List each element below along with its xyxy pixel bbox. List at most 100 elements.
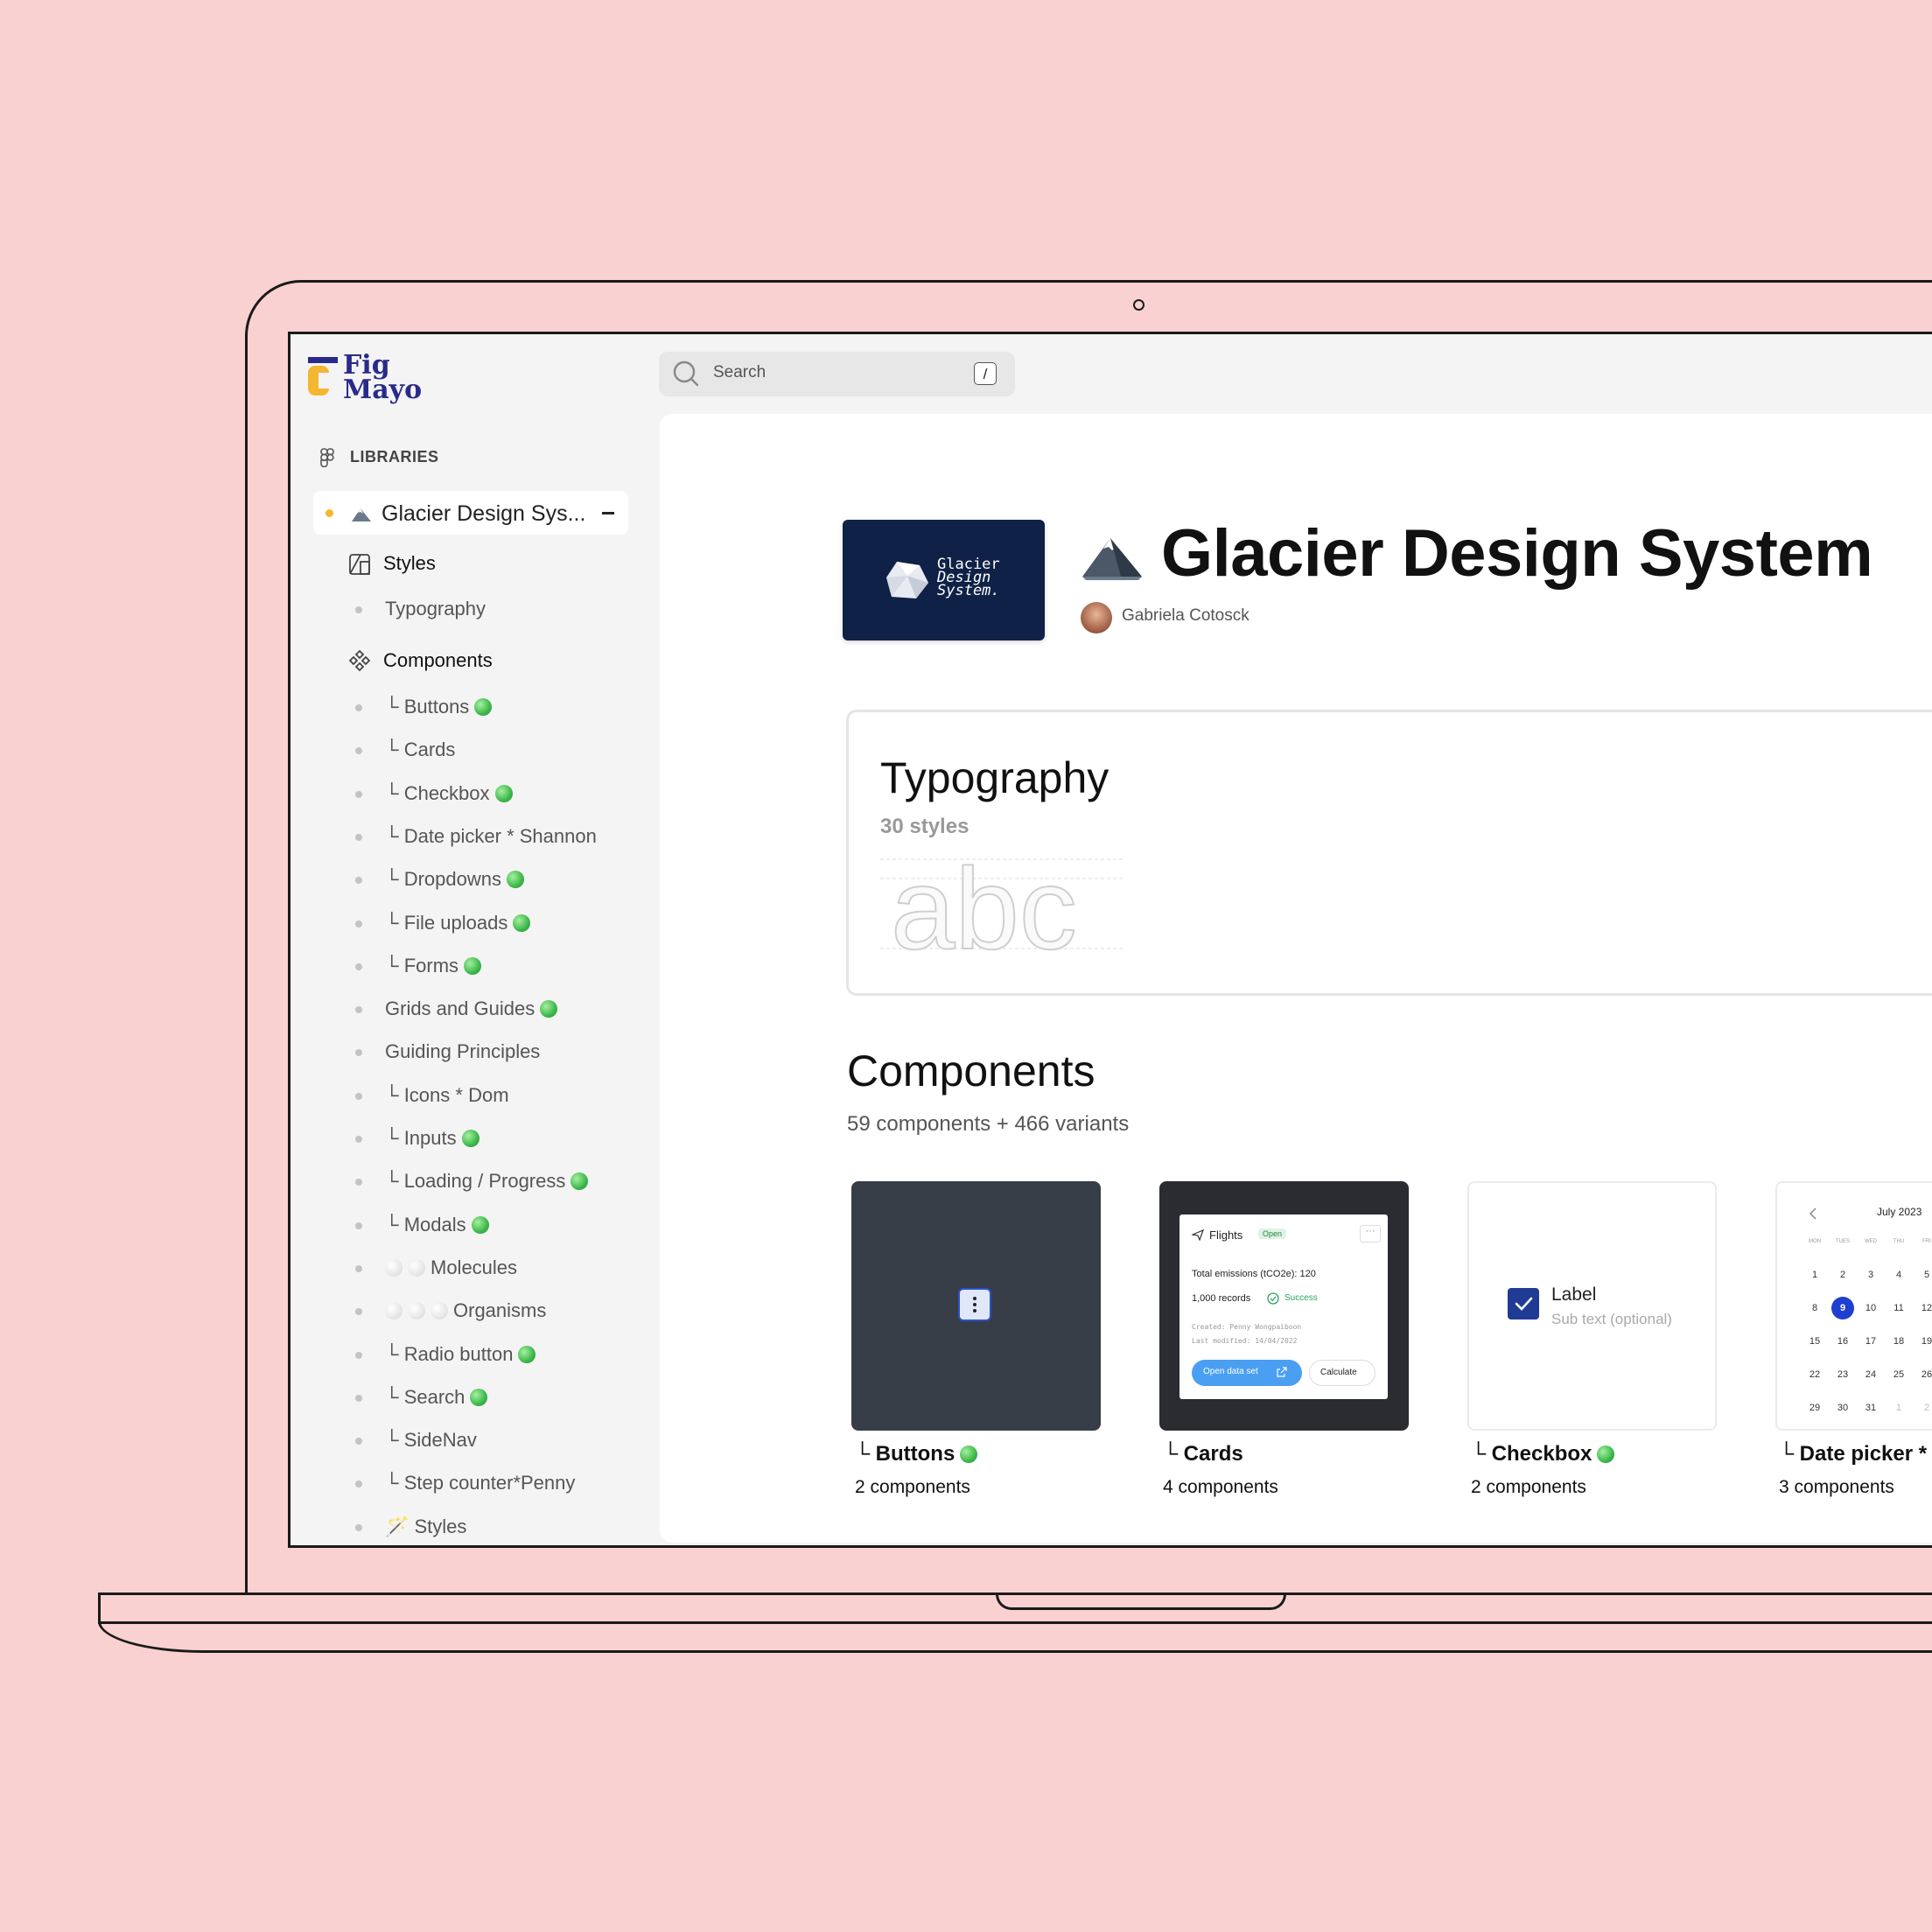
sidebar-item-grids-and-guides[interactable]: Grids and Guides <box>290 991 640 1026</box>
sidebar-item-label: └ Inputs <box>385 1127 480 1150</box>
typography-sample: abc <box>880 852 1125 957</box>
sidebar-item-label: └ Checkbox <box>385 782 513 805</box>
search-bar[interactable]: Search / <box>659 352 1015 396</box>
sidebar-item-label: └ Loading / Progress <box>385 1170 589 1193</box>
calendar-weekday: MON <box>1809 1239 1821 1244</box>
sidebar-item-cards[interactable]: └ Cards <box>290 732 640 767</box>
calculate-label: Calculate <box>1320 1368 1357 1377</box>
author-name[interactable]: Gabriela Cotosck <box>1122 606 1250 626</box>
sidebar-item-label: Molecules <box>385 1256 517 1279</box>
sidebar-item-loading-progress[interactable]: └ Loading / Progress <box>290 1164 640 1199</box>
calendar-day: 8 <box>1811 1303 1818 1313</box>
sidebar-item-molecules[interactable]: Molecules <box>290 1250 640 1285</box>
sidebar-item-label: └ Buttons <box>385 696 493 718</box>
library-cover[interactable]: Glacier Design System. <box>843 520 1045 640</box>
cover-text-line: System. <box>937 582 1000 599</box>
avatar[interactable] <box>1081 602 1112 634</box>
library-item-glacier[interactable]: Glacier Design Sys... <box>313 491 628 535</box>
chevron-left-icon <box>1809 1208 1816 1220</box>
sidebar-item-styles[interactable]: 🪄 Styles <box>290 1509 640 1544</box>
component-tile-date-picker[interactable]: July 2023 MON TUES WED THU FRI 1 2 3 4 5 8 9 10 11 12 1… <box>1775 1181 1932 1431</box>
component-tile-checkbox[interactable]: Label Sub text (optional) <box>1467 1181 1717 1431</box>
check-icon <box>1515 1297 1533 1311</box>
calendar-day: 12 <box>1921 1303 1932 1313</box>
calendar-day: 24 <box>1865 1369 1877 1380</box>
sidebar-item-radio-button[interactable]: └ Radio button <box>290 1337 640 1372</box>
sidebar-item-label: Organisms <box>385 1299 546 1322</box>
sidebar-item-text: └ Cards <box>385 738 456 761</box>
sidebar-item-guiding-principles[interactable]: Guiding Principles <box>290 1034 640 1069</box>
card-preview: Flights Open ··· Total emissions (tCO2e)… <box>1180 1214 1388 1399</box>
sidebar-item-text: └ Date picker * Shannon <box>385 824 597 847</box>
component-tile-cards[interactable]: Flights Open ··· Total emissions (tCO2e)… <box>1159 1181 1409 1431</box>
sidebar-item-organisms[interactable]: Organisms <box>290 1293 640 1328</box>
sidebar-item-text: └ Radio button <box>385 1342 514 1365</box>
calendar-day: 2 <box>1923 1403 1930 1413</box>
bullet <box>355 747 362 755</box>
components-icon <box>348 649 371 672</box>
sidebar-item-label: └ Radio button <box>385 1343 536 1366</box>
bullet <box>355 920 362 928</box>
external-link-icon <box>1277 1367 1287 1377</box>
sidebar-item-inputs[interactable]: └ Inputs <box>290 1121 640 1156</box>
bullet <box>355 704 362 711</box>
status-green-icon <box>1597 1446 1615 1463</box>
calendar-day: 31 <box>1865 1403 1877 1413</box>
bullet <box>355 606 362 613</box>
calculate-button-preview: Calculate <box>1309 1360 1376 1386</box>
sidebar-item-label: └ File uploads <box>385 911 531 934</box>
component-tile-buttons[interactable] <box>851 1181 1101 1431</box>
collapse-icon[interactable] <box>602 512 614 514</box>
checkbox-preview <box>1508 1288 1539 1320</box>
calendar-day: 23 <box>1837 1369 1849 1380</box>
component-tile-name[interactable]: └ Cards <box>1163 1442 1243 1466</box>
sidebar-item-icons-dom[interactable]: └ Icons * Dom <box>290 1078 640 1113</box>
styles-section-label[interactable]: Styles <box>383 552 436 575</box>
component-tile-name-text: └ Date picker * <box>1779 1442 1928 1466</box>
kebab-icon <box>973 1297 976 1312</box>
search-placeholder: Search <box>713 363 766 382</box>
status-grey-icon <box>385 1258 402 1277</box>
sidebar-item-sidenav[interactable]: └ SideNav <box>290 1423 640 1458</box>
sidebar-item-dropdowns[interactable]: └ Dropdowns <box>290 862 640 897</box>
sidebar-item-text: └ Search <box>385 1385 466 1408</box>
calendar-day: 30 <box>1837 1403 1849 1413</box>
status-green-icon <box>540 1000 558 1018</box>
components-section-label[interactable]: Components <box>383 649 493 672</box>
typography-card[interactable]: Typography 30 styles abc <box>846 710 1932 996</box>
sidebar-item-buttons[interactable]: └ Buttons <box>290 690 640 724</box>
sidebar-item-date-picker-shannon[interactable]: └ Date picker * Shannon <box>290 819 640 854</box>
component-tile-name[interactable]: └ Date picker * <box>1779 1442 1927 1466</box>
bullet <box>355 1049 362 1057</box>
calendar-day: 1 <box>1895 1403 1902 1413</box>
bullet <box>355 833 362 841</box>
status-grey-icon <box>408 1302 425 1320</box>
card-preview-title: Flights <box>1209 1228 1243 1242</box>
open-data-set-label: Open data set <box>1203 1367 1258 1376</box>
calendar-day: 3 <box>1867 1270 1874 1280</box>
typography-sample-text: abc <box>891 852 1077 957</box>
glacier-gem-icon <box>886 562 928 598</box>
status-green-icon <box>506 871 524 889</box>
bullet <box>355 962 362 970</box>
status-green-icon <box>461 1130 480 1147</box>
component-tile-name[interactable]: └ Checkbox <box>1471 1442 1615 1466</box>
sidebar-item-checkbox[interactable]: └ Checkbox <box>290 776 640 811</box>
sidebar-item-search[interactable]: └ Search <box>290 1380 640 1415</box>
sidebar-item-typography[interactable]: Typography <box>290 592 640 626</box>
sidebar-item-text: └ File uploads <box>385 911 508 934</box>
sidebar-item-step-counter-penny[interactable]: └ Step counter*Penny <box>290 1466 640 1501</box>
figmayo-logo[interactable]: Fig Mayo <box>308 345 430 406</box>
mountain-icon <box>352 508 371 522</box>
component-tile-name[interactable]: └ Buttons <box>855 1442 978 1466</box>
sidebar-item-forms[interactable]: └ Forms <box>290 948 640 984</box>
component-tile-count: 4 components <box>1163 1477 1278 1497</box>
sidebar-item-text: └ Modals <box>385 1213 466 1236</box>
sidebar-item-modals[interactable]: └ Modals <box>290 1208 640 1242</box>
status-green-icon <box>471 1215 489 1234</box>
cover-text: Glacier Design System. <box>937 557 1000 599</box>
sidebar-item-file-uploads[interactable]: └ File uploads <box>290 906 640 941</box>
card-preview-created: Created: Penny Wongpaiboon <box>1192 1323 1302 1331</box>
sidebar-item-text: └ Loading / Progress <box>385 1170 566 1193</box>
status-grey-icon <box>430 1302 448 1320</box>
